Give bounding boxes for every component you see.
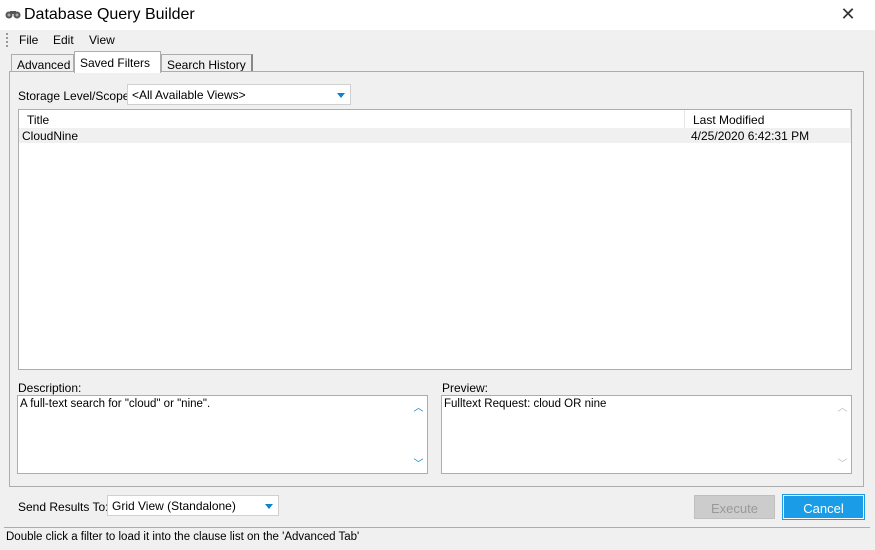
row-modified: 4/25/2020 6:42:31 PM (691, 129, 810, 143)
close-icon[interactable]: ✕ (836, 4, 860, 25)
scope-dropdown[interactable]: <All Available Views> (127, 84, 351, 105)
scroll-down-icon: ﹀ (837, 459, 848, 470)
preview-label: Preview: (442, 381, 489, 395)
saved-filters-list[interactable]: Title Last Modified CloudNine 4/25/2020 … (18, 109, 852, 370)
send-results-value: Grid View (Standalone) (112, 499, 236, 513)
chevron-down-icon (337, 93, 345, 98)
preview-textarea[interactable]: Fulltext Request: cloud OR nine ︿ ﹀ (441, 395, 852, 474)
menu-grip (6, 33, 8, 47)
description-textarea[interactable]: A full-text search for "cloud" or "nine"… (17, 395, 428, 474)
menu-file[interactable]: File (19, 33, 38, 47)
table-row[interactable]: CloudNine 4/25/2020 6:42:31 PM (19, 128, 851, 143)
send-results-label: Send Results To: (18, 500, 109, 514)
menu-edit[interactable]: Edit (53, 33, 74, 47)
scope-label: Storage Level/Scope: (18, 89, 133, 103)
preview-value: Fulltext Request: cloud OR nine (444, 398, 607, 410)
cancel-button[interactable]: Cancel (782, 494, 865, 520)
scroll-down-icon[interactable]: ﹀ (410, 455, 427, 470)
tab-saved-filters[interactable]: Saved Filters (74, 51, 161, 73)
menu-view[interactable]: View (89, 33, 115, 47)
scrollbar: ︿ ﹀ (834, 396, 851, 473)
description-label: Description: (18, 381, 82, 395)
tab-advanced[interactable]: Advanced (11, 54, 74, 72)
scrollbar[interactable]: ︿ ﹀ (410, 396, 427, 473)
scroll-up-icon: ︿ (837, 403, 848, 414)
row-title: CloudNine (22, 129, 79, 143)
status-bar: Double click a filter to load it into th… (4, 527, 870, 547)
scroll-up-icon[interactable]: ︿ (410, 399, 427, 414)
column-header-title[interactable]: Title (19, 110, 685, 128)
send-results-dropdown[interactable]: Grid View (Standalone) (107, 495, 279, 516)
tab-search-history[interactable]: Search History (161, 54, 253, 72)
description-value: A full-text search for "cloud" or "nine"… (20, 398, 211, 410)
execute-button[interactable]: Execute (694, 495, 775, 519)
column-header-last-modified[interactable]: Last Modified (685, 110, 851, 128)
window-title: Database Query Builder (24, 6, 195, 23)
binoculars-icon (5, 11, 21, 19)
chevron-down-icon (265, 504, 273, 509)
scope-value: <All Available Views> (132, 88, 246, 102)
